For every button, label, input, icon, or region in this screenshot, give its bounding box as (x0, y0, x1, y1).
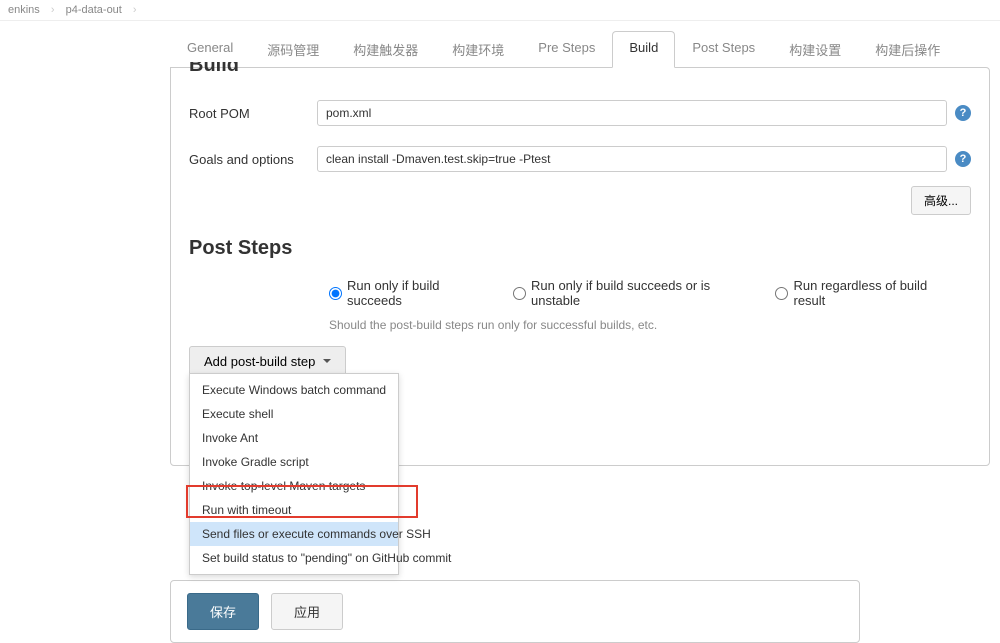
breadcrumb: enkins › p4-data-out › (0, 0, 1000, 21)
tab-postop[interactable]: 构建后操作 (858, 31, 957, 68)
menu-item-github-pending[interactable]: Set build status to "pending" on GitHub … (190, 546, 398, 570)
add-poststep-dropdown: Add post-build step Execute Windows batc… (189, 346, 879, 377)
tab-poststeps[interactable]: Post Steps (675, 31, 772, 68)
radio-label: Run only if build succeeds or is unstabl… (531, 278, 756, 308)
menu-item-run-timeout[interactable]: Run with timeout (190, 498, 398, 522)
breadcrumb-sep-icon: › (51, 4, 55, 16)
apply-button[interactable]: 应用 (271, 593, 343, 630)
radio-succeeds[interactable]: Run only if build succeeds (329, 278, 493, 308)
menu-item-invoke-maven[interactable]: Invoke top-level Maven targets (190, 474, 398, 498)
radio-label: Run regardless of build result (793, 278, 957, 308)
menu-item-exec-win[interactable]: Execute Windows batch command (190, 378, 398, 402)
help-icon[interactable]: ? (955, 105, 971, 121)
radio-label: Run only if build succeeds (347, 278, 493, 308)
tab-env[interactable]: 构建环境 (435, 31, 521, 68)
breadcrumb-seg[interactable]: p4-data-out (66, 4, 122, 16)
root-pom-row: Root POM ? (189, 100, 971, 126)
tab-settings[interactable]: 构建设置 (772, 31, 858, 68)
breadcrumb-sep-icon: › (133, 4, 137, 16)
radio-succeeds-input[interactable] (329, 287, 342, 300)
advanced-button[interactable]: 高级... (911, 186, 971, 215)
menu-item-send-ssh[interactable]: Send files or execute commands over SSH (190, 522, 398, 546)
footer-actions: 保存 应用 (170, 580, 860, 643)
tab-source[interactable]: 源码管理 (250, 31, 336, 68)
goals-row: Goals and options ? (189, 146, 971, 172)
config-panel: Build Root POM ? Goals and options ? 高级.… (170, 67, 990, 466)
goals-label: Goals and options (189, 152, 309, 167)
radio-unstable[interactable]: Run only if build succeeds or is unstabl… (513, 278, 756, 308)
radio-unstable-input[interactable] (513, 287, 526, 300)
save-button[interactable]: 保存 (187, 593, 259, 630)
tab-build[interactable]: Build (612, 31, 675, 68)
radio-regardless[interactable]: Run regardless of build result (775, 278, 957, 308)
caret-down-icon (323, 359, 331, 367)
menu-item-invoke-ant[interactable]: Invoke Ant (190, 426, 398, 450)
tab-trigger[interactable]: 构建触发器 (336, 31, 435, 68)
dropdown-label: Add post-build step (204, 354, 315, 369)
menu-item-exec-shell[interactable]: Execute shell (190, 402, 398, 426)
config-tabs: General 源码管理 构建触发器 构建环境 Pre Steps Build … (170, 31, 990, 68)
poststeps-radio-row: Run only if build succeeds Run only if b… (329, 278, 971, 308)
breadcrumb-seg[interactable]: enkins (8, 4, 40, 16)
goals-input[interactable] (317, 146, 947, 172)
root-pom-input[interactable] (317, 100, 947, 126)
menu-item-invoke-gradle[interactable]: Invoke Gradle script (190, 450, 398, 474)
help-icon[interactable]: ? (955, 151, 971, 167)
radio-regardless-input[interactable] (775, 287, 788, 300)
poststeps-hint: Should the post-build steps run only for… (329, 318, 971, 332)
poststeps-title: Post Steps (189, 237, 971, 260)
dropdown-menu: Execute Windows batch command Execute sh… (189, 373, 399, 575)
root-pom-label: Root POM (189, 106, 309, 121)
tab-presteps[interactable]: Pre Steps (521, 31, 612, 68)
